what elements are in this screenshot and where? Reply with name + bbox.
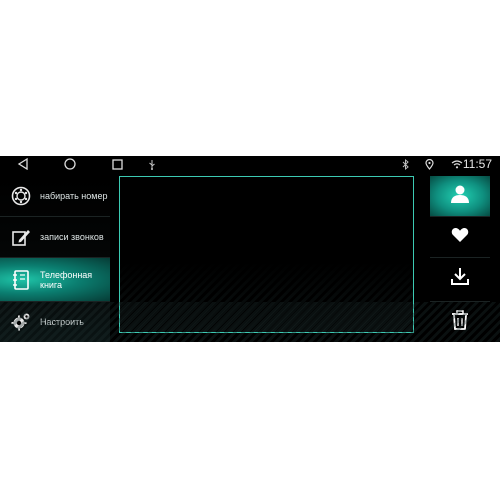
menu-item-label: Телефонная книга (40, 269, 93, 290)
dialpad-icon (10, 185, 32, 207)
heart-icon (451, 227, 469, 248)
content-panel (119, 176, 414, 333)
bluetooth-icon (400, 156, 410, 172)
download-button[interactable] (430, 258, 490, 298)
download-icon (450, 266, 470, 291)
wifi-icon (451, 156, 463, 172)
back-icon[interactable] (16, 156, 30, 172)
delete-button[interactable] (430, 302, 490, 342)
menu-item-label: набирать номер (40, 191, 108, 201)
trash-icon (451, 309, 469, 335)
menu-item-phonebook[interactable]: Телефонная книга (0, 258, 110, 301)
contacts-button[interactable] (430, 176, 490, 216)
usb-icon (146, 156, 158, 172)
favorites-button[interactable] (430, 217, 490, 257)
home-icon[interactable] (63, 156, 77, 172)
status-clock: 11:57 (462, 157, 492, 171)
location-icon (424, 156, 434, 172)
contact-icon (449, 184, 471, 209)
menu-item-dial[interactable]: набирать номер (0, 176, 110, 216)
right-toolbar (430, 176, 490, 342)
side-menu: набирать номер записи звонков Телефонная… (0, 176, 110, 342)
recent-apps-icon[interactable] (110, 156, 124, 172)
gear-icon (10, 311, 32, 333)
status-bar: 11:57 (0, 156, 500, 172)
menu-item-call-log[interactable]: записи звонков (0, 217, 110, 257)
menu-item-label: Настроить (40, 317, 84, 327)
edit-icon (10, 226, 32, 248)
phonebook-icon (10, 269, 32, 291)
menu-item-settings[interactable]: Настроить (0, 302, 110, 342)
head-unit-screen: 11:57 набирать номер записи звонков Теле… (0, 156, 500, 342)
menu-item-label: записи звонков (40, 232, 104, 242)
